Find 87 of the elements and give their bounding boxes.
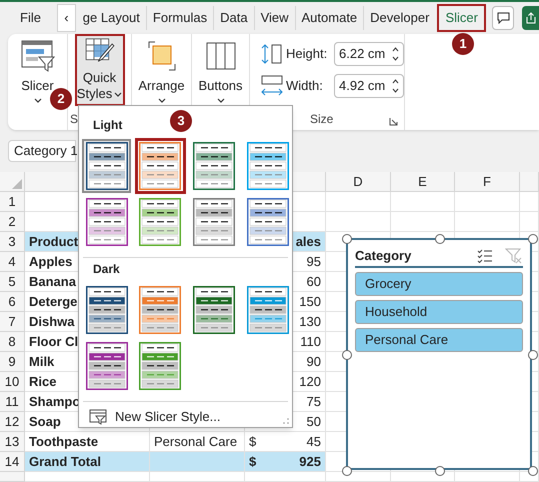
cell-value: 925 xyxy=(299,452,321,471)
buttons-button[interactable]: Buttons xyxy=(195,38,246,105)
ribbon-tab[interactable]: Formulas xyxy=(146,6,214,30)
row-header[interactable]: 13 xyxy=(0,432,25,452)
quick-styles-button[interactable]: Quick Styles xyxy=(76,36,122,104)
ribbon-tab[interactable]: Automate xyxy=(294,6,364,30)
cell-value: 120 xyxy=(299,372,321,391)
caret-icon xyxy=(114,92,122,96)
column-header[interactable]: D xyxy=(326,172,391,191)
table-cell xyxy=(455,192,520,212)
multi-select-icon[interactable] xyxy=(477,249,493,263)
share-icon xyxy=(524,12,537,24)
comment-icon xyxy=(496,12,510,24)
caret-icon xyxy=(34,98,42,103)
table-cell xyxy=(520,212,539,232)
ribbon-tab[interactable]: File xyxy=(14,6,47,30)
height-icon xyxy=(260,43,284,65)
section-heading: Light xyxy=(93,117,122,134)
cell-value: 60 xyxy=(306,272,321,291)
cell-value: 130 xyxy=(299,312,321,331)
ribbon-tab[interactable]: Developer xyxy=(363,6,436,30)
row-header[interactable]: 2 xyxy=(0,212,25,232)
columns-icon xyxy=(206,40,236,72)
row-header[interactable]: 12 xyxy=(0,412,25,432)
arrange-button[interactable]: Arrange xyxy=(135,38,188,105)
scroll-left-button[interactable]: ‹ xyxy=(56,4,76,32)
slicer-item[interactable]: Grocery xyxy=(355,272,523,296)
cell-value: 150 xyxy=(299,292,321,311)
comments-button[interactable] xyxy=(492,6,514,30)
row-header[interactable]: 11 xyxy=(0,392,25,412)
table-cell xyxy=(326,192,391,212)
width-spin-field[interactable]: 4.92 cm xyxy=(334,74,404,98)
row-header[interactable]: 6 xyxy=(0,292,25,312)
row-header[interactable]: 9 xyxy=(0,352,25,372)
field-label: Height: xyxy=(286,45,328,64)
width-icon xyxy=(260,75,284,97)
row-header[interactable]: 3 xyxy=(0,232,25,252)
column-header[interactable]: F xyxy=(455,172,520,191)
row-header[interactable]: 14 xyxy=(0,452,25,472)
corner-triangle-icon xyxy=(12,179,22,189)
ribbon-tab[interactable]: View xyxy=(254,6,295,30)
spin-arrows-icon xyxy=(392,47,399,61)
slicer-table-icon xyxy=(20,40,54,72)
ribbon-tab[interactable]: ge Layout xyxy=(76,6,146,30)
table-cell xyxy=(520,192,539,212)
slicer-panel[interactable]: Category Grocery Household Personal Care xyxy=(346,238,532,470)
dialog-launcher-icon[interactable] xyxy=(389,117,398,126)
name-box[interactable]: Category 1 xyxy=(8,140,76,162)
row-header[interactable]: 8 xyxy=(0,332,25,352)
table-cell xyxy=(391,192,455,212)
row-header[interactable]: 7 xyxy=(0,312,25,332)
row-header[interactable]: 10 xyxy=(0,372,25,392)
slicer-title: Category xyxy=(355,247,412,266)
layered-squares-icon xyxy=(146,40,176,72)
height-spin-field[interactable]: 6.22 cm xyxy=(334,42,404,66)
currency-sign: $ xyxy=(249,432,256,451)
cell-value: 45 xyxy=(306,432,321,451)
cell-value: 75 xyxy=(306,392,321,411)
style-swatch[interactable] xyxy=(82,139,131,193)
currency-sign: $ xyxy=(249,452,256,471)
style-swatch[interactable] xyxy=(136,139,185,193)
paintbrush-table-icon xyxy=(82,38,116,64)
row-header[interactable]: 4 xyxy=(0,252,25,272)
cell-value: 90 xyxy=(306,352,321,371)
slicer-item[interactable]: Personal Care xyxy=(355,328,523,352)
group-label: Size xyxy=(310,111,334,128)
caret-icon xyxy=(216,98,224,103)
share-button[interactable] xyxy=(522,6,539,30)
cell-value: 110 xyxy=(300,332,321,351)
spin-arrows-icon xyxy=(392,79,399,93)
field-label: Width: xyxy=(286,77,324,96)
cell-value: 95 xyxy=(306,252,321,271)
group-label: S xyxy=(70,111,78,128)
cell-value: 50 xyxy=(306,412,321,431)
resize-grip-icon[interactable] xyxy=(282,417,289,424)
slicer-style-icon xyxy=(89,409,107,425)
cell-value: ales xyxy=(296,232,321,251)
table-cell xyxy=(455,472,520,482)
ribbon-tab[interactable]: Data xyxy=(213,6,254,30)
slicer-item[interactable]: Household xyxy=(355,300,523,324)
table-cell: Grand Total xyxy=(25,452,150,472)
caret-icon xyxy=(158,98,166,103)
column-header[interactable]: E xyxy=(391,172,455,191)
row-header[interactable]: 1 xyxy=(0,192,25,212)
ribbon-tab[interactable]: Slicer xyxy=(439,6,484,30)
table-cell xyxy=(326,212,391,232)
row-header[interactable]: 5 xyxy=(0,272,25,292)
